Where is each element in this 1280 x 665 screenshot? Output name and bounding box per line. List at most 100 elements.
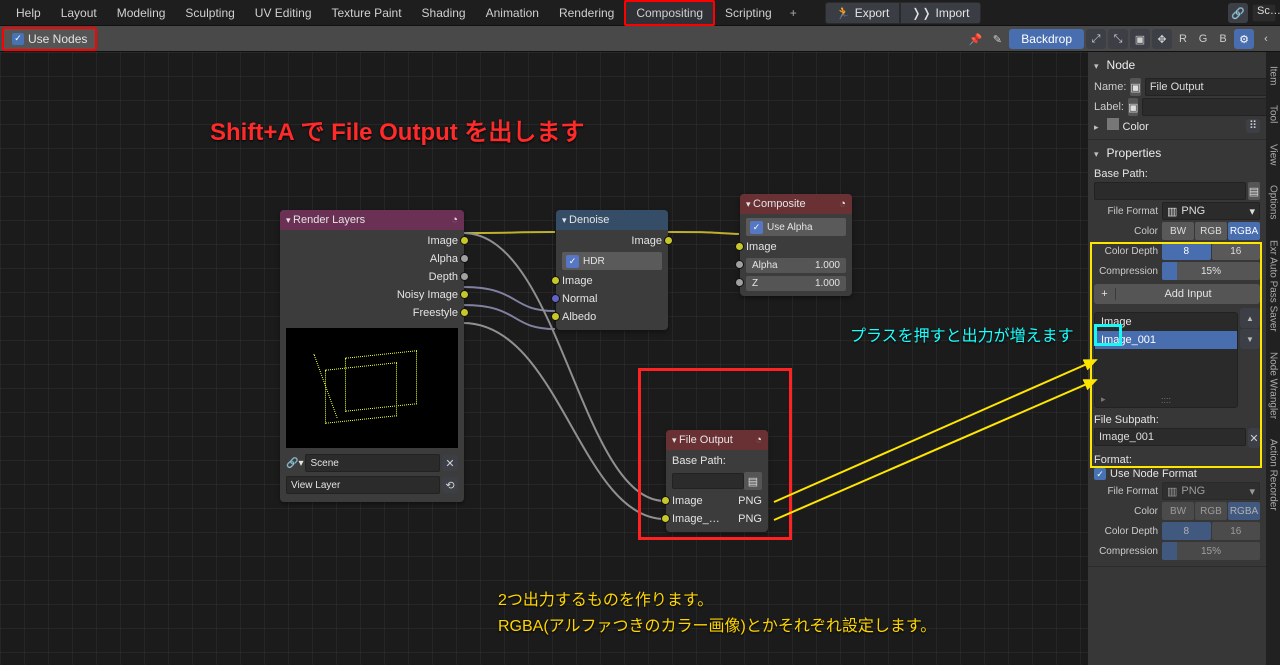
backdrop-fit[interactable]: ▣ [1130, 29, 1150, 49]
comp-in-alpha[interactable]: Alpha [752, 260, 778, 271]
channel-b[interactable]: B [1214, 33, 1232, 45]
comp-in-z[interactable]: Z [752, 278, 758, 289]
channel-r[interactable]: R [1174, 33, 1192, 45]
import-button[interactable]: ❭❭ Import [900, 2, 980, 24]
viewlayer-refresh[interactable]: ⟲ [442, 477, 458, 493]
format-lbl: Format: [1094, 454, 1260, 466]
vtab-view[interactable]: View [1268, 134, 1279, 176]
list-item[interactable]: Image [1095, 313, 1237, 331]
menu-layout[interactable]: Layout [51, 2, 107, 24]
viewlayer-field[interactable]: View Layer [286, 476, 440, 494]
list-item[interactable]: Image_001 [1095, 331, 1237, 349]
menu-sculpting[interactable]: Sculpting [175, 2, 244, 24]
scene-field[interactable]: Scene [305, 454, 440, 472]
use-nodes-label: Use Nodes [28, 32, 87, 46]
vtab-exr[interactable]: Exr Auto Pass Saver [1268, 230, 1279, 342]
slot2-fmt: PNG [738, 513, 762, 525]
color-options-icon[interactable]: ⠿ [1246, 119, 1260, 133]
file-subpath-input[interactable] [1094, 428, 1246, 446]
export-button[interactable]: 🏃 Export [825, 2, 901, 24]
list-down[interactable]: ▼ [1240, 329, 1260, 349]
color-sub[interactable]: Color [1123, 121, 1149, 133]
vtab-recorder[interactable]: Action Recorder [1268, 429, 1279, 521]
denoise-out-image: Image [631, 235, 662, 247]
use-alpha-toggle[interactable]: Use Alpha [767, 222, 813, 233]
label-field[interactable] [1142, 98, 1266, 116]
fileout-sphere-icon[interactable]: ◔ [755, 434, 762, 446]
backdrop-button[interactable]: Backdrop [1009, 29, 1084, 49]
name-field[interactable] [1145, 78, 1266, 96]
node-file-output[interactable]: File Output ◔ Base Path: ▤ Image PNG Ima… [666, 430, 768, 532]
plus-icon[interactable]: + [1094, 288, 1116, 300]
menu-animation[interactable]: Animation [476, 2, 549, 24]
hdr-toggle[interactable]: HDR [583, 256, 605, 267]
vtab-tool[interactable]: Tool [1268, 95, 1279, 133]
menu-texpaint[interactable]: Texture Paint [322, 2, 412, 24]
menu-modeling[interactable]: Modeling [107, 2, 176, 24]
menu-scripting[interactable]: Scripting [715, 2, 782, 24]
anno-bottom2: RGBA(アルファつきのカラー画像)とかそれぞれ設定します。 [498, 612, 936, 636]
menu-uvedit[interactable]: UV Editing [245, 2, 322, 24]
node-render-title: Render Layers [286, 214, 365, 226]
node-composite-title: Composite [746, 198, 806, 210]
basepath-input[interactable] [1094, 182, 1246, 200]
basepath-label: Base Path: [672, 455, 726, 467]
color-rgb[interactable]: RGB [1195, 222, 1227, 240]
scene-icon[interactable]: 🔗 [1228, 3, 1248, 23]
menu-help[interactable]: Help [6, 2, 51, 24]
output-list[interactable]: Image Image_001 ▸ :::: [1094, 312, 1238, 408]
menu-shading[interactable]: Shading [412, 2, 476, 24]
menu-rendering[interactable]: Rendering [549, 2, 624, 24]
folder-icon[interactable]: ▤ [744, 472, 762, 490]
gear-icon[interactable]: ⚙ [1234, 29, 1254, 49]
scene-dropdown[interactable]: Sc… [1252, 4, 1276, 22]
menu-compositing[interactable]: Compositing [624, 0, 715, 26]
list-up[interactable]: ▲ [1240, 308, 1260, 328]
anno-bottom1: 2つ出力するものを作ります。 [498, 586, 713, 610]
node-denoise[interactable]: Denoise Image ✓HDR Image Normal Albedo [556, 210, 668, 330]
out-noisy: Noisy Image [397, 289, 458, 301]
out-image: Image [427, 235, 458, 247]
edit-icon[interactable]: ✎ [987, 29, 1007, 49]
fileformat-select[interactable]: ▥ PNG▾ [1162, 202, 1260, 220]
panel-node-header[interactable]: Node [1107, 58, 1136, 72]
denoise-in-albedo: Albedo [562, 311, 596, 323]
anno-shift-a: Shift+A で File Output を出します [210, 112, 584, 147]
anno-plus: プラスを押すと出力が増えます [850, 322, 1074, 346]
color-rgba[interactable]: RGBA [1228, 222, 1260, 240]
check-icon: ✓ [12, 33, 24, 45]
composite-sphere-icon[interactable]: ◔ [839, 198, 846, 210]
depth-8[interactable]: 8 [1162, 242, 1211, 260]
render-preview [286, 328, 458, 448]
label-icon: ▣ [1128, 98, 1138, 116]
backdrop-zoom-in[interactable]: ⤢ [1086, 29, 1106, 49]
node-preview-icon[interactable]: ◔ [451, 214, 458, 226]
compression-slider[interactable]: 15% [1162, 262, 1260, 280]
vtab-item[interactable]: Item [1268, 56, 1279, 95]
depth-16[interactable]: 16 [1212, 242, 1261, 260]
channel-g[interactable]: G [1194, 33, 1212, 45]
backdrop-zoom-out[interactable]: ⤡ [1108, 29, 1128, 49]
vtab-options[interactable]: Options [1268, 175, 1279, 229]
basepath-browse[interactable]: ▤ [1248, 182, 1260, 200]
import-label: Import [936, 6, 970, 20]
scene-clear[interactable]: ✕ [442, 455, 458, 471]
use-node-format[interactable]: Use Node Format [1110, 468, 1197, 480]
tab-add[interactable]: + [782, 2, 805, 24]
pin-icon[interactable]: 📌 [965, 29, 985, 49]
export-icon: 🏃 [836, 6, 851, 20]
color-bw[interactable]: BW [1162, 222, 1194, 240]
node-composite[interactable]: Composite ◔ ✓Use Alpha Image Alpha1.000 … [740, 194, 852, 296]
file-subpath-clear[interactable]: ✕ [1248, 428, 1260, 448]
properties-header[interactable]: Properties [1107, 146, 1162, 160]
basepath-field[interactable] [672, 473, 744, 489]
fileformat2-select: ▥ PNG▾ [1162, 482, 1260, 500]
use-nodes-toggle[interactable]: ✓ Use Nodes [2, 27, 97, 51]
name-label: Name: [1094, 81, 1126, 93]
add-input-button[interactable]: + Add Input [1094, 284, 1260, 304]
label-label: Label: [1094, 101, 1124, 113]
vtab-wrangler[interactable]: Node Wrangler [1268, 342, 1279, 429]
chevron-left-icon[interactable]: ‹ [1256, 29, 1276, 49]
backdrop-move[interactable]: ✥ [1152, 29, 1172, 49]
node-render-layers[interactable]: Render Layers ◔ Image Alpha Depth Noisy … [280, 210, 464, 502]
